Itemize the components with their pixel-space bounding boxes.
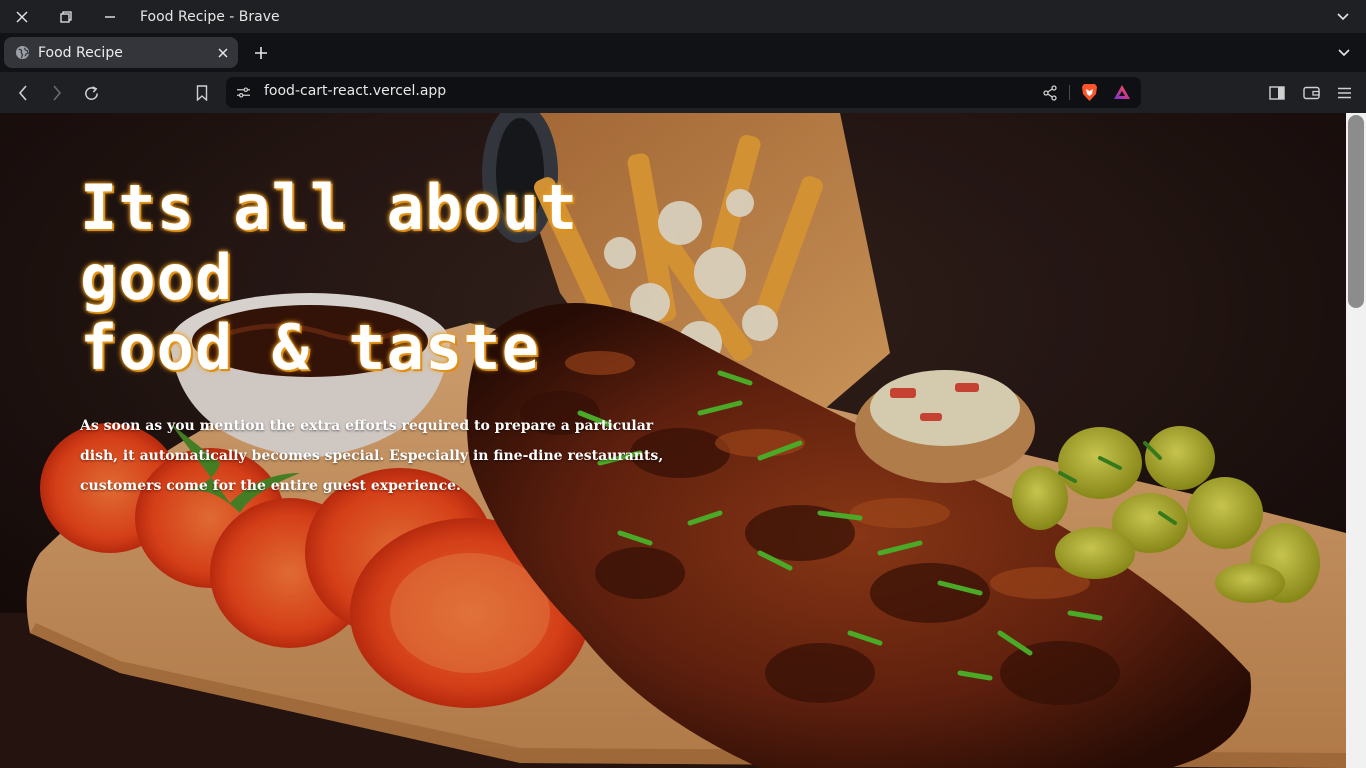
wallet-icon: [1302, 86, 1320, 100]
plus-icon: [255, 47, 267, 59]
site-settings-icon[interactable]: [235, 84, 252, 101]
tab-close-button[interactable]: [214, 44, 232, 62]
tab-strip: Food Recipe: [0, 33, 1366, 72]
window-menu-button[interactable]: [1334, 8, 1352, 26]
page-viewport: Its all about good food & taste As soon …: [0, 113, 1346, 768]
hamburger-menu-icon: [1337, 87, 1351, 99]
main-menu-button[interactable]: [1331, 80, 1357, 106]
share-button[interactable]: [1040, 83, 1059, 102]
page-scrollbar[interactable]: [1346, 113, 1366, 768]
address-bar[interactable]: food-cart-react.vercel.app: [226, 77, 1141, 108]
close-icon: [218, 48, 228, 58]
tab-search-button[interactable]: [1334, 43, 1354, 63]
forward-button[interactable]: [44, 80, 70, 106]
forward-arrow-icon: [53, 85, 62, 101]
brave-rewards-button[interactable]: [1112, 82, 1132, 102]
share-icon: [1042, 84, 1057, 101]
restore-window-button[interactable]: [44, 0, 88, 33]
scrollbar-thumb[interactable]: [1348, 115, 1364, 308]
close-window-button[interactable]: [0, 0, 44, 33]
minimize-icon: [105, 15, 115, 18]
chevron-down-icon: [1338, 49, 1350, 57]
reload-button[interactable]: [78, 80, 104, 106]
hero-heading-line-1: Its all about good: [80, 171, 579, 314]
window-titlebar: Food Recipe - Brave: [0, 0, 1366, 33]
back-button[interactable]: [10, 80, 36, 106]
hero-paragraph: As soon as you mention the extra efforts…: [80, 418, 664, 494]
window-title: Food Recipe - Brave: [140, 8, 280, 25]
tab-title: Food Recipe: [38, 44, 123, 61]
chevron-down-icon: [1337, 13, 1349, 21]
reload-icon: [84, 85, 98, 100]
browser-toolbar: food-cart-react.vercel.app: [0, 72, 1366, 113]
wallet-button[interactable]: [1298, 80, 1324, 106]
address-bar-divider: [1069, 85, 1070, 100]
bookmark-button[interactable]: [189, 80, 215, 106]
brave-shields-button[interactable]: [1079, 82, 1099, 102]
brave-shield-icon: [1081, 83, 1097, 101]
url-text[interactable]: food-cart-react.vercel.app: [264, 83, 446, 99]
hero-section: Its all about good food & taste As soon …: [80, 173, 700, 501]
globe-icon: [15, 45, 30, 60]
close-icon: [16, 11, 28, 22]
restore-icon: [60, 10, 72, 23]
brave-rewards-icon: [1114, 85, 1130, 99]
hero-heading: Its all about good food & taste: [80, 173, 700, 383]
sidebar-icon: [1269, 86, 1285, 100]
sidebar-toggle-button[interactable]: [1264, 80, 1290, 106]
bookmark-icon: [196, 85, 208, 101]
new-tab-button[interactable]: [250, 42, 272, 64]
back-arrow-icon: [18, 85, 27, 101]
hero-heading-line-2: food & taste: [80, 311, 540, 384]
tab-food-recipe[interactable]: Food Recipe: [4, 37, 238, 68]
minimize-window-button[interactable]: [88, 0, 132, 33]
